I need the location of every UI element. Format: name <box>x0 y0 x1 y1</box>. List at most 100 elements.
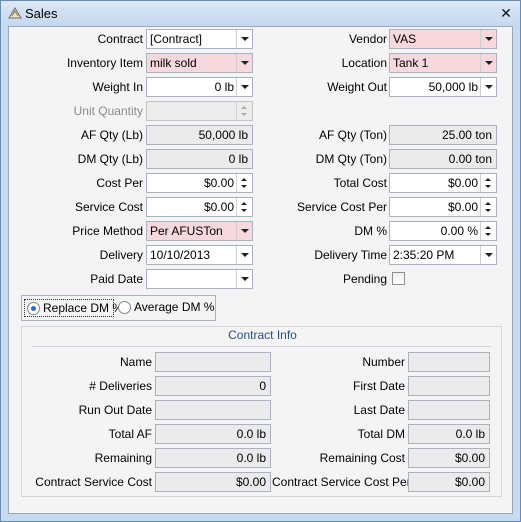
average-dm-radio[interactable]: Average DM % <box>116 299 214 317</box>
dm-qty-lb-value: 0 lb <box>228 152 248 166</box>
replace-dm-radio[interactable]: Replace DM % <box>24 299 123 317</box>
delivery-label: Delivery <box>99 248 143 262</box>
sales-window: Sales ✕ Contract [Contract] Inventory It… <box>0 0 521 522</box>
delivery-time-picker[interactable]: 2:35:20 PM <box>389 245 497 265</box>
ci-name-field <box>155 352 271 372</box>
ci-remaining-cost-field: $0.00 <box>408 448 490 468</box>
vendor-combobox[interactable]: VAS <box>389 29 497 49</box>
paid-date-value <box>150 270 234 288</box>
ci-deliveries-label: # Deliveries <box>89 379 152 393</box>
location-combobox[interactable]: Tank 1 <box>389 53 497 73</box>
ci-number-value <box>412 353 485 371</box>
chevron-down-icon <box>241 37 249 41</box>
delivery-time-label: Delivery Time <box>314 248 387 262</box>
spinner-icon[interactable] <box>236 198 252 216</box>
group-divider <box>32 346 491 347</box>
spinner-icon <box>236 102 252 120</box>
unit-quantity-label: Unit Quantity <box>73 104 143 118</box>
chevron-down-icon <box>485 85 493 89</box>
inventory-item-label: Inventory Item <box>66 56 143 70</box>
location-value: Tank 1 <box>393 56 429 70</box>
weight-in-dropdown-button[interactable] <box>236 78 252 96</box>
contract-value: [Contract] <box>150 32 203 46</box>
chevron-down-icon <box>241 61 249 65</box>
delivery-dropdown-button[interactable] <box>236 246 252 264</box>
chevron-down-icon <box>241 85 249 89</box>
sales-app-icon <box>7 6 23 20</box>
price-method-combobox[interactable]: Per AFUSTon <box>146 221 253 241</box>
cost-per-value: $0.00 <box>203 176 234 190</box>
ci-run-out-date-field <box>155 400 271 420</box>
average-dm-label: Average DM % <box>134 300 215 314</box>
ci-deliveries-field: 0 <box>155 376 271 396</box>
total-cost-label: Total Cost <box>333 176 387 190</box>
dm-percent-value: 0.00 % <box>440 224 478 238</box>
vendor-label: Vendor <box>348 32 387 46</box>
weight-out-value: 50,000 lb <box>428 80 478 94</box>
ci-contract-service-cost-per-field: $0.00 <box>408 472 490 492</box>
paid-date-picker[interactable] <box>146 269 253 289</box>
spinner-icon[interactable] <box>480 198 496 216</box>
af-qty-lb-value: 50,000 lb <box>198 128 248 142</box>
contract-dropdown-button[interactable] <box>236 30 252 48</box>
spinner-icon[interactable] <box>480 222 496 240</box>
dm-qty-lb-field: 0 lb <box>146 149 253 169</box>
ci-contract-service-cost-per-label: Contract Service Cost Per <box>272 475 411 489</box>
ci-remaining-cost-label: Remaining Cost <box>319 451 405 465</box>
weight-out-field[interactable]: 50,000 lb <box>389 77 497 97</box>
paid-date-label: Paid Date <box>90 272 143 286</box>
inventory-item-combobox[interactable]: milk sold <box>146 53 253 73</box>
ci-number-label: Number <box>362 355 405 369</box>
ci-first-date-field <box>408 376 490 396</box>
ci-total-af-value: 0.0 lb <box>236 427 266 441</box>
contract-info-group: Contract Info Name # Deliveries 0 Run Ou… <box>21 326 502 497</box>
dm-qty-ton-value: 0.00 ton <box>448 152 492 166</box>
total-cost-value: $0.00 <box>447 176 478 190</box>
ci-name-label: Name <box>119 355 152 369</box>
inventory-item-value: milk sold <box>150 56 197 70</box>
cost-per-spinner[interactable]: $0.00 <box>146 173 253 193</box>
location-dropdown-button[interactable] <box>480 54 496 72</box>
total-cost-spinner[interactable]: $0.00 <box>389 173 497 193</box>
service-cost-per-label: Service Cost Per <box>296 200 387 214</box>
ci-first-date-value <box>412 377 485 395</box>
dm-qty-ton-label: DM Qty (Ton) <box>315 152 387 166</box>
service-cost-per-spinner[interactable]: $0.00 <box>389 197 497 217</box>
delivery-time-dropdown-button[interactable] <box>480 246 496 264</box>
dm-qty-ton-field: 0.00 ton <box>389 149 497 169</box>
ci-run-out-date-label: Run Out Date <box>78 403 152 417</box>
inventory-item-dropdown-button[interactable] <box>236 54 252 72</box>
service-cost-spinner[interactable]: $0.00 <box>146 197 253 217</box>
delivery-date-picker[interactable]: 10/10/2013 <box>146 245 253 265</box>
ci-remaining-value: 0.0 lb <box>236 451 266 465</box>
chevron-down-icon <box>241 253 249 257</box>
price-method-dropdown-button[interactable] <box>236 222 252 240</box>
vendor-dropdown-button[interactable] <box>480 30 496 48</box>
weight-in-field[interactable]: 0 lb <box>146 77 253 97</box>
ci-contract-service-cost-value: $0.00 <box>235 475 266 489</box>
sales-form: Contract [Contract] Inventory Item milk … <box>8 26 513 514</box>
chevron-down-icon <box>485 61 493 65</box>
ci-total-dm-value: 0.0 lb <box>455 427 485 441</box>
replace-dm-label: Replace DM % <box>43 301 124 315</box>
price-method-label: Price Method <box>72 224 143 238</box>
dm-percent-spinner[interactable]: 0.00 % <box>389 221 497 241</box>
close-icon[interactable]: ✕ <box>498 5 514 21</box>
weight-out-dropdown-button[interactable] <box>480 78 496 96</box>
pending-checkbox[interactable] <box>392 272 405 285</box>
dm-qty-lb-label: DM Qty (Lb) <box>77 152 143 166</box>
spinner-icon[interactable] <box>236 174 252 192</box>
title-bar[interactable]: Sales ✕ <box>1 1 520 26</box>
unit-quantity-value <box>150 102 234 120</box>
weight-in-label: Weight In <box>92 80 143 94</box>
ci-total-dm-field: 0.0 lb <box>408 424 490 444</box>
pending-label: Pending <box>342 272 387 286</box>
ci-remaining-field: 0.0 lb <box>155 448 271 468</box>
weight-out-label: Weight Out <box>327 80 387 94</box>
contract-combobox[interactable]: [Contract] <box>146 29 253 49</box>
ci-total-dm-label: Total DM <box>357 427 405 441</box>
paid-date-dropdown-button[interactable] <box>236 270 252 288</box>
af-qty-ton-field: 25.00 ton <box>389 125 497 145</box>
service-cost-label: Service Cost <box>74 200 143 214</box>
spinner-icon[interactable] <box>480 174 496 192</box>
